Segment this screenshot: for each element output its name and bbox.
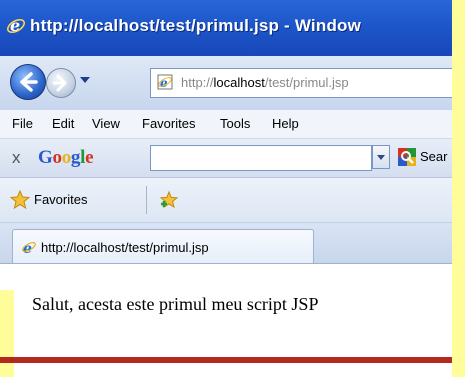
back-button[interactable]: [10, 64, 46, 100]
add-to-favorites-icon[interactable]: [158, 190, 180, 210]
google-search-icon[interactable]: [398, 148, 416, 166]
url-path: /test/primul.jsp: [264, 75, 349, 90]
address-url: http://localhost/test/primul.jsp: [181, 75, 349, 90]
favorites-star-icon: [10, 190, 30, 210]
google-search-input[interactable]: [150, 145, 372, 171]
recent-pages-dropdown[interactable]: [80, 77, 90, 83]
search-button-label[interactable]: Sear: [420, 149, 447, 164]
slide-left-edge: [0, 290, 14, 377]
slide-bottom-stripe: [0, 357, 452, 363]
favorites-separator: [146, 186, 147, 214]
google-logo: Google: [38, 147, 94, 169]
favorites-bar: Favorites: [0, 178, 465, 223]
google-logo-letter: o: [52, 147, 62, 168]
browser-window: e http://localhost/test/primul.jsp - Win…: [0, 0, 465, 377]
forward-button[interactable]: [46, 68, 76, 98]
google-logo-letter: G: [38, 147, 53, 168]
page-body-text: Salut, acesta este primul meu script JSP: [32, 294, 319, 314]
navigation-bar: e http://localhost/test/primul.jsp: [0, 56, 465, 110]
google-logo-letter: g: [70, 147, 81, 168]
url-prefix: http://: [181, 75, 214, 90]
menu-view[interactable]: View: [92, 116, 120, 131]
tab-ie-icon: e: [22, 241, 36, 255]
ie-logo-icon: e: [7, 16, 25, 35]
toolbar-close-button[interactable]: x: [12, 148, 21, 168]
favorites-button[interactable]: Favorites: [34, 192, 87, 207]
google-logo-letter: o: [61, 147, 72, 168]
back-arrow-icon: [20, 72, 38, 92]
window-title: http://localhost/test/primul.jsp - Windo…: [30, 16, 362, 35]
menu-tools[interactable]: Tools: [220, 116, 250, 131]
menu-favorites[interactable]: Favorites: [142, 116, 195, 131]
forward-arrow-icon: [52, 74, 67, 92]
google-logo-letter: e: [85, 147, 94, 168]
page-ie-icon: e: [157, 74, 173, 90]
slide-right-edge: [452, 0, 465, 377]
search-dropdown-button[interactable]: [372, 145, 390, 169]
menu-file[interactable]: File: [12, 116, 33, 131]
google-toolbar: x Google Sear: [0, 139, 465, 178]
title-bar: e http://localhost/test/primul.jsp - Win…: [0, 0, 465, 56]
svg-text:e: e: [10, 16, 20, 35]
menu-bar: File Edit View Favorites Tools Help: [0, 110, 465, 139]
tab-bar: e http://localhost/test/primul.jsp: [0, 223, 465, 264]
address-bar[interactable]: e http://localhost/test/primul.jsp: [150, 68, 465, 98]
url-host: localhost: [213, 75, 265, 90]
tab-label: http://localhost/test/primul.jsp: [41, 240, 209, 255]
tab-primul[interactable]: e http://localhost/test/primul.jsp: [12, 229, 314, 264]
menu-help[interactable]: Help: [272, 116, 299, 131]
menu-edit[interactable]: Edit: [52, 116, 74, 131]
